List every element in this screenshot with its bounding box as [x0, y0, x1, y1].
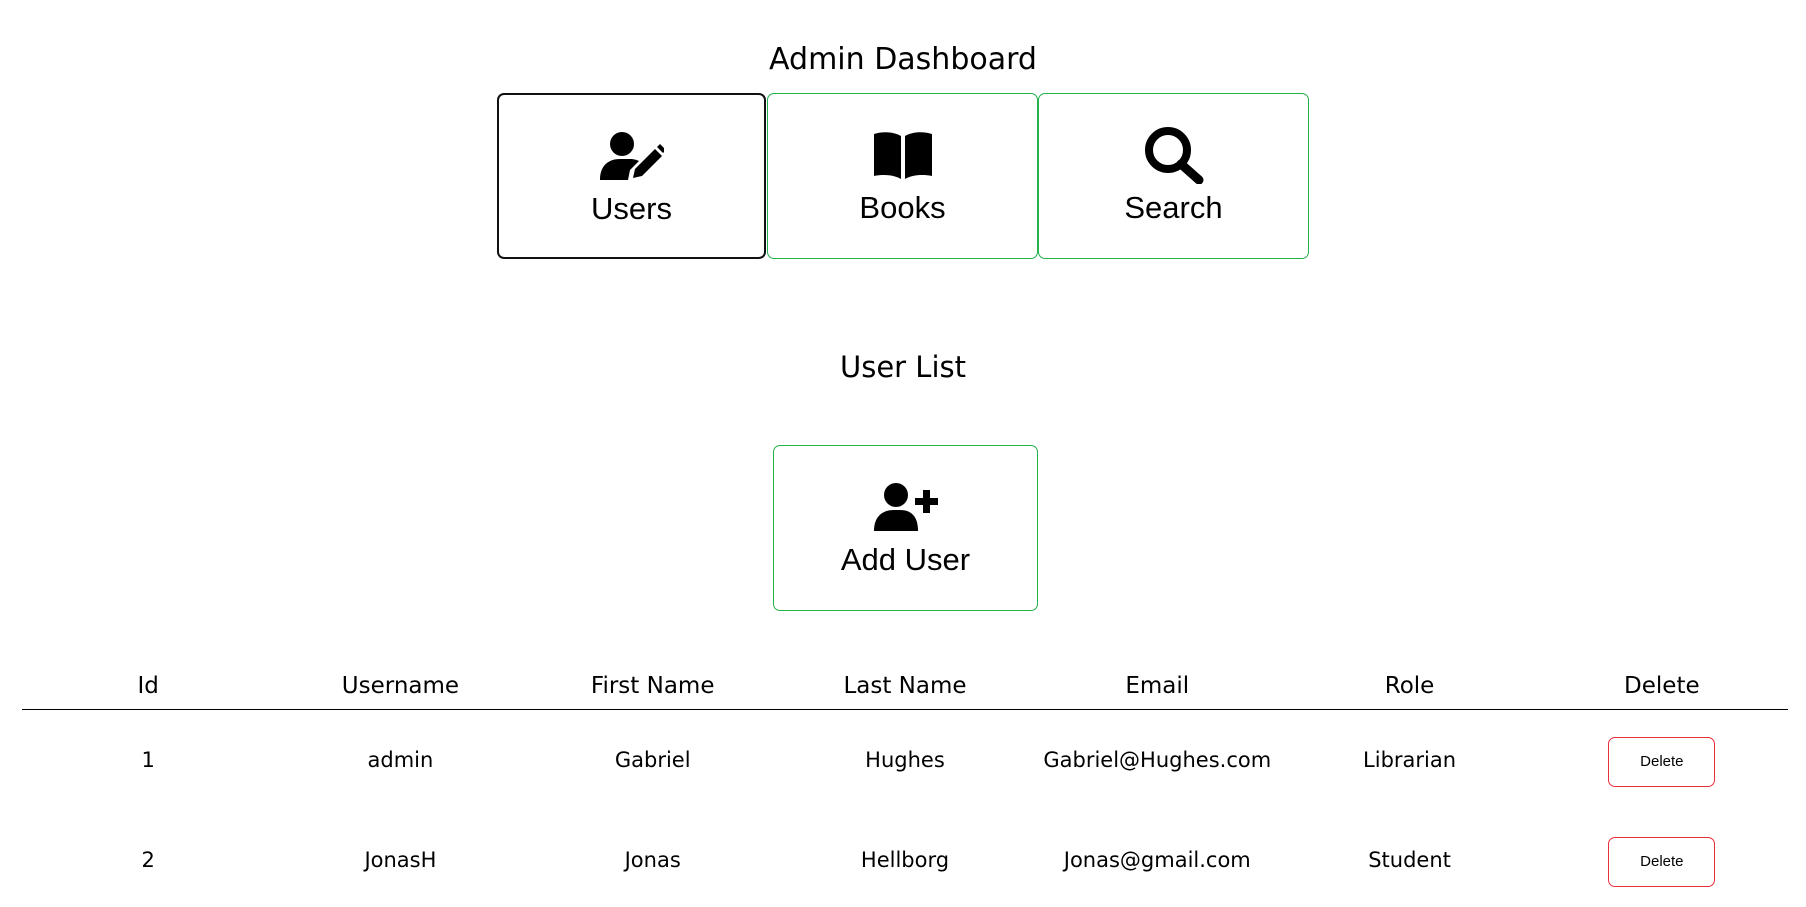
- table-row: 1 admin Gabriel Hughes Gabriel@Hughes.co…: [22, 710, 1788, 811]
- cell-username: admin: [367, 748, 434, 772]
- column-header-first-name: First Name: [526, 663, 779, 710]
- cell-id: 1: [141, 748, 155, 772]
- add-user-label: Add User: [840, 542, 971, 577]
- dashboard-nav: Users Books Search: [497, 93, 1309, 261]
- column-header-delete: Delete: [1535, 663, 1788, 710]
- nav-users-label: Users: [591, 191, 672, 226]
- table-row: 2 JonasH Jonas Hellborg Jonas@gmail.com …: [22, 810, 1788, 907]
- column-header-role: Role: [1283, 663, 1536, 710]
- cell-role: Student: [1368, 848, 1451, 872]
- cell-delete: Delete: [1536, 810, 1788, 907]
- nav-search-label: Search: [1124, 190, 1223, 225]
- cell-delete: Delete: [1536, 710, 1788, 811]
- cell-last-name: Hughes: [865, 748, 945, 772]
- cell-id: 2: [141, 848, 155, 872]
- user-list-title: User List: [839, 350, 966, 384]
- delete-button[interactable]: Delete: [1608, 737, 1716, 787]
- cell-email: Jonas@gmail.com: [1063, 848, 1251, 872]
- admin-dashboard-page: Admin Dashboard Users Books Search User …: [0, 0, 1806, 907]
- cell-first-name: Gabriel: [614, 748, 691, 772]
- column-header-last-name: Last Name: [778, 663, 1032, 710]
- delete-button[interactable]: Delete: [1608, 837, 1716, 887]
- cell-last-name: Hellborg: [860, 848, 950, 872]
- book-open-icon: [768, 128, 1037, 182]
- add-user-button[interactable]: Add User: [773, 445, 1038, 611]
- column-header-username: Username: [274, 663, 527, 710]
- search-icon: [1039, 127, 1308, 184]
- cell-first-name: Jonas: [624, 848, 681, 872]
- nav-users-button[interactable]: Users: [497, 93, 766, 259]
- user-plus-icon: [774, 480, 1037, 534]
- cell-email: Gabriel@Hughes.com: [1043, 748, 1272, 772]
- cell-username: JonasH: [364, 848, 437, 872]
- column-header-id: Id: [22, 663, 275, 710]
- nav-books-label: Books: [859, 190, 946, 225]
- page-title: Admin Dashboard: [769, 42, 1037, 77]
- cell-role: Librarian: [1363, 748, 1457, 772]
- user-table: Id Username First Name Last Name Email R…: [22, 663, 1788, 907]
- user-edit-icon: [499, 129, 764, 183]
- nav-books-button[interactable]: Books: [767, 93, 1038, 259]
- table-header-row: Id Username First Name Last Name Email R…: [22, 663, 1788, 710]
- column-header-email: Email: [1031, 663, 1284, 710]
- nav-search-button[interactable]: Search: [1038, 93, 1309, 259]
